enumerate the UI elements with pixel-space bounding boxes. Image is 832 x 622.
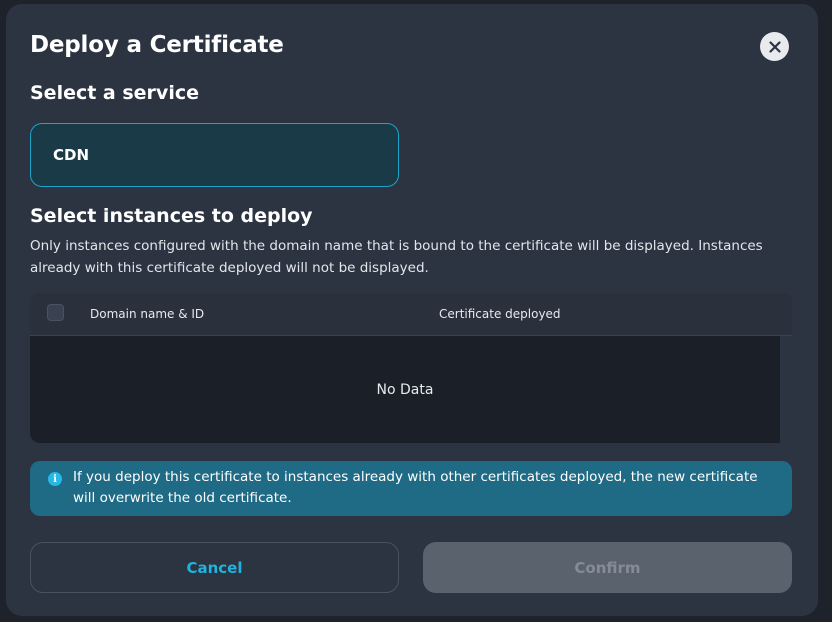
deploy-certificate-dialog: Deploy a Certificate Select a service CD… <box>6 4 818 616</box>
instances-table: Domain name & ID Certificate deployed No… <box>30 293 792 443</box>
cancel-button[interactable]: Cancel <box>30 542 399 593</box>
table-header: Domain name & ID Certificate deployed <box>30 293 792 336</box>
select-instances-heading: Select instances to deploy <box>30 205 313 227</box>
select-service-heading: Select a service <box>30 82 199 104</box>
close-icon <box>768 40 781 53</box>
info-icon: i <box>48 472 62 486</box>
instances-description: Only instances configured with the domai… <box>30 238 763 276</box>
service-option-cdn[interactable]: CDN <box>30 123 399 187</box>
column-header-domain: Domain name & ID <box>90 307 205 321</box>
select-all-checkbox[interactable] <box>47 304 64 321</box>
notice-text: If you deploy this certificate to instan… <box>73 469 758 506</box>
close-button[interactable] <box>760 32 789 61</box>
confirm-button[interactable]: Confirm <box>423 542 792 593</box>
overwrite-notice: i If you deploy this certificate to inst… <box>30 461 792 516</box>
table-body: No Data <box>30 336 780 443</box>
dialog-title: Deploy a Certificate <box>30 32 284 58</box>
service-option-label: CDN <box>53 146 90 164</box>
column-header-certificate: Certificate deployed <box>439 307 561 321</box>
empty-state-text: No Data <box>376 381 434 398</box>
table-scrollbar[interactable] <box>780 336 792 443</box>
